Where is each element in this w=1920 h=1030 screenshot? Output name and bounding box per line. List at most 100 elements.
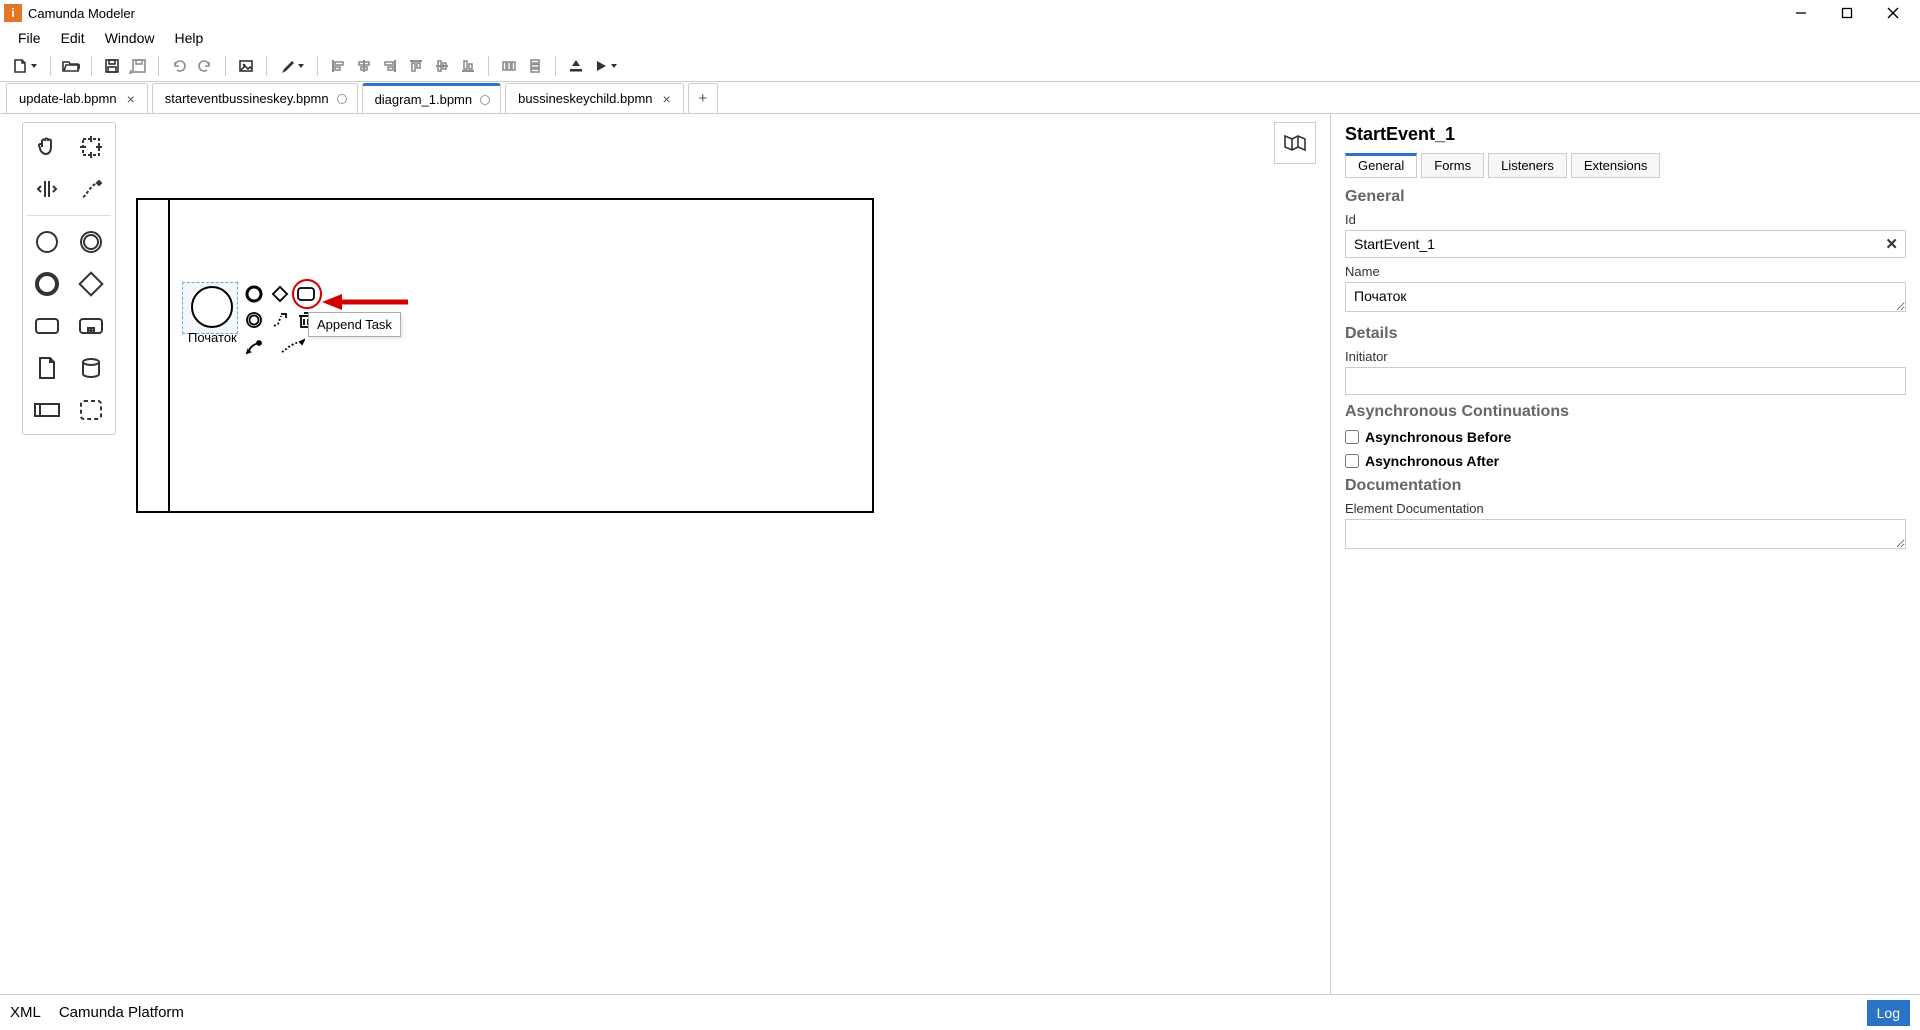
- async-before-label: Asynchronous Before: [1365, 429, 1511, 445]
- hand-tool[interactable]: [27, 129, 67, 165]
- name-input[interactable]: [1345, 282, 1906, 312]
- close-icon[interactable]: ×: [661, 92, 673, 106]
- async-before-checkbox[interactable]: [1345, 430, 1359, 444]
- append-task-tooltip: Append Task: [308, 312, 401, 337]
- file-tab-diagram-1[interactable]: diagram_1.bpmn: [362, 83, 502, 113]
- file-tab-label: update-lab.bpmn: [19, 91, 117, 106]
- menu-bar: File Edit Window Help: [0, 26, 1920, 50]
- window-close-button[interactable]: [1870, 0, 1916, 26]
- props-tab-extensions[interactable]: Extensions: [1571, 153, 1661, 178]
- props-tab-listeners[interactable]: Listeners: [1488, 153, 1567, 178]
- space-tool[interactable]: [27, 171, 67, 207]
- async-before-row[interactable]: Asynchronous Before: [1345, 429, 1906, 445]
- minimap-toggle-button[interactable]: [1274, 122, 1316, 164]
- align-left-button[interactable]: [326, 54, 350, 78]
- footer-platform-button[interactable]: Camunda Platform: [59, 1004, 184, 1021]
- distribute-v-button[interactable]: [523, 54, 547, 78]
- undo-button[interactable]: [167, 54, 191, 78]
- save-button[interactable]: [100, 54, 124, 78]
- group-tool[interactable]: [71, 392, 111, 428]
- app-title: Camunda Modeler: [28, 6, 135, 21]
- align-center-h-button[interactable]: [352, 54, 376, 78]
- start-event-tool[interactable]: [27, 224, 67, 260]
- window-minimize-button[interactable]: [1778, 0, 1824, 26]
- initiator-input[interactable]: [1345, 367, 1906, 395]
- async-after-label: Asynchronous After: [1365, 453, 1499, 469]
- props-tab-general[interactable]: General: [1345, 153, 1417, 178]
- id-input[interactable]: [1345, 230, 1906, 258]
- pool-tool[interactable]: [27, 392, 67, 428]
- file-tab-update-lab[interactable]: update-lab.bpmn ×: [6, 83, 148, 113]
- image-export-button[interactable]: [234, 54, 258, 78]
- data-object-tool[interactable]: [27, 350, 67, 386]
- dirty-icon: [337, 94, 347, 104]
- selected-element-title: StartEvent_1: [1345, 124, 1906, 145]
- align-center-v-button[interactable]: [430, 54, 454, 78]
- intermediate-event-tool[interactable]: [71, 224, 111, 260]
- gateway-tool[interactable]: [71, 266, 111, 302]
- canvas-area[interactable]: Початок: [0, 114, 1330, 994]
- lane-divider: [168, 200, 170, 511]
- title-bar: i Camunda Modeler: [0, 0, 1920, 26]
- text-annotation-button[interactable]: [268, 308, 292, 332]
- section-general-header: General: [1345, 188, 1906, 206]
- async-after-row[interactable]: Asynchronous After: [1345, 453, 1906, 469]
- save-as-button[interactable]: [126, 54, 150, 78]
- doc-label: Element Documentation: [1345, 501, 1906, 516]
- file-tab-bussineskeychild[interactable]: bussineskeychild.bpmn ×: [505, 83, 684, 113]
- properties-panel: Properties Panel StartEvent_1 General Fo…: [1330, 114, 1920, 994]
- file-tab-label: diagram_1.bpmn: [375, 92, 473, 107]
- new-tab-button[interactable]: +: [688, 83, 718, 113]
- align-top-button[interactable]: [404, 54, 428, 78]
- deploy-button[interactable]: [564, 54, 588, 78]
- annotation-arrow: [320, 292, 410, 312]
- menu-file[interactable]: File: [8, 28, 51, 48]
- append-gateway-button[interactable]: [268, 282, 292, 306]
- file-tab-starteventbussineskey[interactable]: starteventbussineskey.bpmn: [152, 83, 358, 113]
- color-button[interactable]: [275, 54, 309, 78]
- align-right-button[interactable]: [378, 54, 402, 78]
- id-label: Id: [1345, 212, 1906, 227]
- align-bottom-button[interactable]: [456, 54, 480, 78]
- props-tab-forms[interactable]: Forms: [1421, 153, 1484, 178]
- open-file-button[interactable]: [59, 54, 83, 78]
- start-event-node[interactable]: Початок: [188, 286, 237, 345]
- connect-button[interactable]: [268, 334, 316, 358]
- start-event-label: Початок: [188, 330, 237, 345]
- task-tool[interactable]: [27, 308, 67, 344]
- section-doc-header: Documentation: [1345, 477, 1906, 495]
- file-tab-label: bussineskeychild.bpmn: [518, 91, 652, 106]
- global-connect-tool[interactable]: [71, 171, 111, 207]
- app-icon: i: [4, 4, 22, 22]
- bpmn-pool[interactable]: Початок: [136, 198, 874, 513]
- append-end-event-button[interactable]: [242, 282, 266, 306]
- close-icon[interactable]: ×: [125, 92, 137, 106]
- properties-panel-toggle[interactable]: Properties Panel: [1330, 314, 1331, 434]
- window-maximize-button[interactable]: [1824, 0, 1870, 26]
- file-tab-label: starteventbussineskey.bpmn: [165, 91, 329, 106]
- async-after-checkbox[interactable]: [1345, 454, 1359, 468]
- id-clear-icon[interactable]: ✕: [1885, 235, 1898, 253]
- run-button[interactable]: [590, 54, 624, 78]
- subprocess-tool[interactable]: [71, 308, 111, 344]
- footer-log-button[interactable]: Log: [1867, 1000, 1910, 1026]
- tool-palette: [22, 122, 116, 435]
- data-store-tool[interactable]: [71, 350, 111, 386]
- tab-strip: update-lab.bpmn × starteventbussineskey.…: [0, 82, 1920, 114]
- change-type-button[interactable]: [242, 334, 266, 358]
- redo-button[interactable]: [193, 54, 217, 78]
- menu-edit[interactable]: Edit: [51, 28, 95, 48]
- footer-bar: XML Camunda Platform Log: [0, 994, 1920, 1030]
- distribute-h-button[interactable]: [497, 54, 521, 78]
- append-task-button[interactable]: [294, 282, 318, 306]
- doc-textarea[interactable]: [1345, 519, 1906, 549]
- initiator-label: Initiator: [1345, 349, 1906, 364]
- append-intermediate-event-button[interactable]: [242, 308, 266, 332]
- lasso-tool[interactable]: [71, 129, 111, 165]
- footer-xml-button[interactable]: XML: [10, 1004, 41, 1021]
- new-file-button[interactable]: [8, 54, 42, 78]
- menu-window[interactable]: Window: [95, 28, 165, 48]
- end-event-tool[interactable]: [27, 266, 67, 302]
- section-details-header: Details: [1345, 325, 1906, 343]
- menu-help[interactable]: Help: [164, 28, 213, 48]
